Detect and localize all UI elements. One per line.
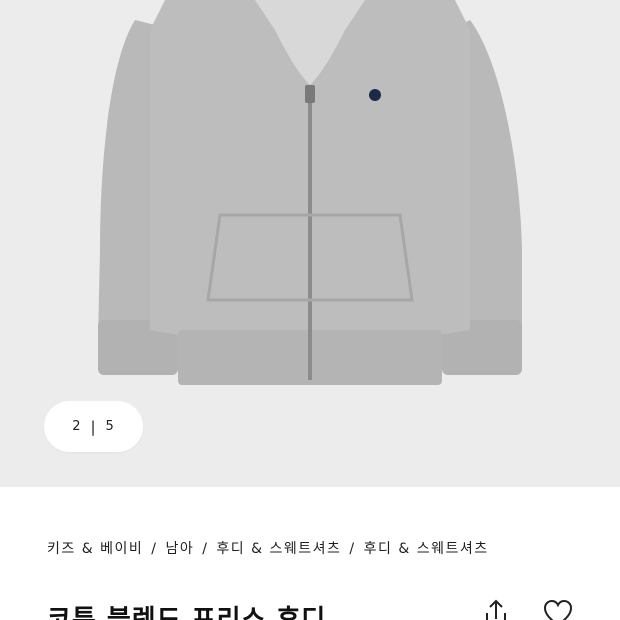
heart-icon <box>543 599 573 620</box>
breadcrumb-separator: / <box>151 541 158 557</box>
wishlist-button[interactable] <box>540 595 576 620</box>
share-icon <box>486 599 506 620</box>
image-pager: 2 | 5 <box>44 401 143 452</box>
product-info: 키즈 & 베이비 / 남아 / 후디 & 스웨트셔츠 / 후디 & 스웨트셔츠 코튼 블렌드… <box>0 487 620 620</box>
product-image-gallery[interactable]: 2 | 5 <box>0 0 620 487</box>
breadcrumb-separator: / <box>349 541 356 557</box>
breadcrumb-separator: / <box>202 541 209 557</box>
pager-separator: | <box>90 417 97 436</box>
breadcrumb-item-hoodies[interactable]: 후디 & 스웨트셔츠 <box>216 541 341 557</box>
share-button[interactable] <box>478 595 514 620</box>
breadcrumb-item-boys[interactable]: 남아 <box>165 541 194 557</box>
pager-total: 5 <box>105 419 115 434</box>
breadcrumb: 키즈 & 베이비 / 남아 / 후디 & 스웨트셔츠 / 후디 & 스웨트셔츠 <box>47 539 587 560</box>
breadcrumb-item-hoodies-current[interactable]: 후디 & 스웨트셔츠 <box>364 541 489 557</box>
pager-current: 2 <box>72 419 82 434</box>
product-title: 코튼 블렌드 프리스 후디 <box>47 605 327 620</box>
breadcrumb-item-kids-baby[interactable]: 키즈 & 베이비 <box>47 541 143 557</box>
